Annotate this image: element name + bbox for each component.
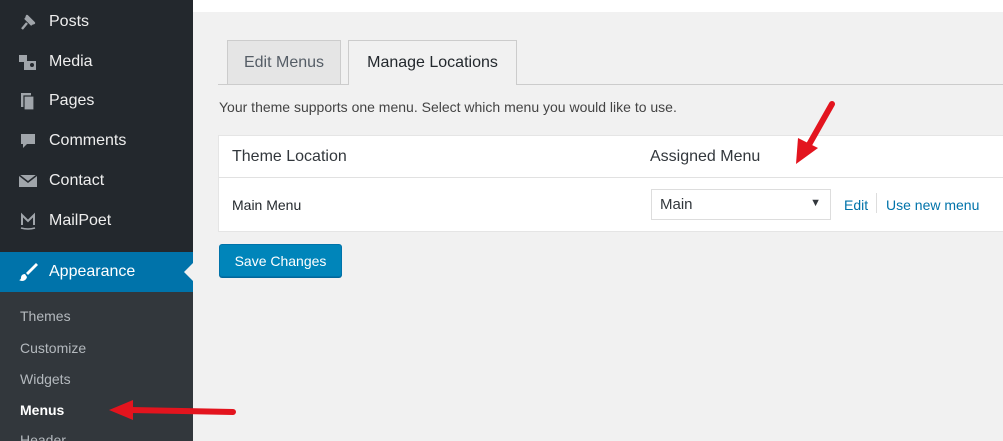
sidebar-item-posts[interactable]: Posts <box>0 2 193 42</box>
page-description: Your theme supports one menu. Select whi… <box>219 99 677 115</box>
submenu-item-customize[interactable]: Customize <box>20 338 86 358</box>
admin-sidebar: Posts Media Pages Comments Contact MailP… <box>0 0 193 441</box>
annotation-arrow-icon <box>796 101 835 164</box>
media-icon <box>17 51 39 73</box>
pin-icon <box>17 11 39 33</box>
submenu-item-menus[interactable]: Menus <box>20 400 64 420</box>
tab-manage-locations[interactable]: Manage Locations <box>348 40 517 85</box>
column-header-assigned-menu: Assigned Menu <box>650 148 761 165</box>
submenu-item-widgets[interactable]: Widgets <box>20 369 71 389</box>
sidebar-item-label: Media <box>49 53 93 70</box>
pages-icon <box>17 90 39 112</box>
submenu-item-header[interactable]: Header <box>20 430 66 441</box>
sidebar-item-label: Posts <box>49 13 90 30</box>
submenu-item-themes[interactable]: Themes <box>20 306 71 326</box>
sidebar-item-label: Appearance <box>49 263 136 280</box>
mailpoet-icon <box>17 210 39 232</box>
sidebar-item-comments[interactable]: Comments <box>0 121 193 161</box>
link-separator <box>876 193 877 213</box>
column-header-theme-location: Theme Location <box>232 148 347 165</box>
selected-menu-value: Main <box>660 196 693 213</box>
sidebar-item-media[interactable]: Media <box>0 42 193 82</box>
annotation-arrow-icon <box>109 400 236 420</box>
current-page-pointer <box>184 263 193 281</box>
assigned-menu-select[interactable]: Main ▼ <box>651 189 831 220</box>
sidebar-item-label: Comments <box>49 132 127 149</box>
use-new-menu-link[interactable]: Use new menu <box>886 197 979 213</box>
sidebar-item-pages[interactable]: Pages <box>0 81 193 121</box>
dropdown-arrow-icon: ▼ <box>810 197 821 209</box>
table-header-row: Theme Location Assigned Menu <box>219 136 1003 178</box>
sidebar-item-label: Contact <box>49 172 105 189</box>
admin-topbar <box>193 0 1003 12</box>
sidebar-item-label: Pages <box>49 92 95 109</box>
sidebar-item-label: MailPoet <box>49 212 112 229</box>
save-changes-button[interactable]: Save Changes <box>219 244 342 277</box>
tabs-divider <box>218 84 1003 85</box>
paintbrush-icon <box>17 261 39 283</box>
edit-menu-link[interactable]: Edit <box>844 197 868 213</box>
sidebar-item-mailpoet[interactable]: MailPoet <box>0 201 193 241</box>
comments-icon <box>17 130 39 152</box>
sidebar-item-contact[interactable]: Contact <box>0 161 193 201</box>
tab-edit-menus[interactable]: Edit Menus <box>227 40 341 84</box>
envelope-icon <box>17 170 39 192</box>
menu-locations-table: Theme Location Assigned Menu Main Menu M… <box>218 135 1003 232</box>
sidebar-item-appearance[interactable]: Appearance <box>0 252 193 292</box>
location-name: Main Menu <box>232 197 302 213</box>
